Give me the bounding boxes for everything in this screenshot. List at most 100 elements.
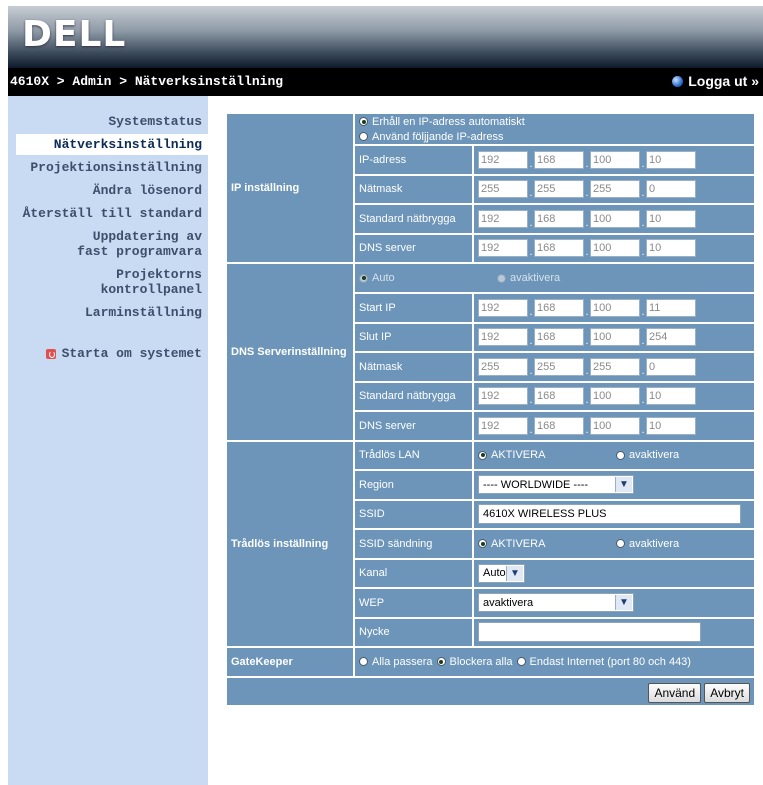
restart-system-link[interactable]: Starta om systemet (45, 346, 202, 361)
wep-label: WEP (355, 589, 472, 617)
octet-input[interactable]: 168 (534, 416, 584, 435)
dns-gateway-label: Standard nätbrygga (355, 382, 472, 410)
octet-input[interactable]: 0 (646, 357, 696, 376)
logout-link[interactable]: Logga ut » (672, 73, 759, 89)
ssid-input[interactable]: 4610X WIRELESS PLUS (478, 504, 741, 525)
radio-ip-auto[interactable]: Erhåll en IP-adress automatiskt (359, 114, 750, 129)
octet-input[interactable]: 100 (590, 416, 640, 435)
octet-input[interactable]: 168 (534, 239, 584, 258)
radio-icon (359, 132, 368, 141)
octet-input[interactable]: 168 (534, 150, 584, 169)
sidebar-item-control-panel[interactable]: Projektorns kontrollpanel (8, 267, 208, 297)
octet-input[interactable]: 255 (590, 180, 640, 199)
radio-icon (359, 273, 368, 283)
radio-gk-block[interactable]: Blockera alla (436, 654, 513, 669)
octet-input[interactable]: 11 (646, 298, 696, 317)
radio-ip-manual[interactable]: Använd följjande IP-adress (359, 129, 750, 144)
octet-input[interactable]: 192 (478, 328, 528, 347)
octet-input[interactable]: 192 (478, 387, 528, 406)
radio-icon (478, 539, 487, 549)
radio-broadcast-enable[interactable]: AKTIVERA (478, 536, 616, 551)
radio-label: Auto (372, 272, 395, 284)
sidebar-item-alarm[interactable]: Larminställning (8, 305, 208, 320)
octet-input[interactable]: 10 (646, 150, 696, 169)
radio-icon (436, 657, 446, 667)
radio-icon (616, 539, 625, 549)
octet-input[interactable]: 0 (646, 180, 696, 199)
octet-input[interactable]: 255 (534, 357, 584, 376)
end-ip-label: Slut IP (355, 323, 472, 351)
channel-label: Kanal (355, 559, 472, 587)
radio-icon (478, 450, 487, 460)
octet-input[interactable]: 168 (534, 387, 584, 406)
octet-input[interactable]: 100 (590, 239, 640, 258)
radio-wlan-disable[interactable]: avaktivera (616, 448, 679, 463)
sidebar-item-firmware[interactable]: Uppdatering av fast programvara (72, 229, 208, 259)
sidebar-item-reset[interactable]: Återställ till standard (8, 206, 208, 221)
start-ip-field: 192. 168. 100. 11 (478, 298, 750, 317)
sidebar-item-systemstatus[interactable]: Systemstatus (8, 114, 208, 129)
octet-input[interactable]: 168 (534, 209, 584, 228)
chevron-down-icon: ▼ (615, 595, 632, 611)
octet-input[interactable]: 168 (534, 298, 584, 317)
octet-input[interactable]: 10 (646, 387, 696, 406)
radio-wlan-enable[interactable]: AKTIVERA (478, 448, 616, 463)
octet-input[interactable]: 255 (534, 180, 584, 199)
sidebar-item-network[interactable]: Nätverksinställning (16, 134, 208, 155)
sidebar-item-projection[interactable]: Projektionsinställning (8, 160, 208, 175)
gateway-field: 192. 168. 100. 10 (478, 209, 750, 228)
dell-logo: DELL (22, 14, 127, 55)
restart-label: Starta om systemet (61, 346, 202, 361)
octet-input[interactable]: 100 (590, 387, 640, 406)
octet-input[interactable]: 10 (646, 416, 696, 435)
wireless-section-title: Trådlös inställning (227, 441, 353, 646)
octet-input[interactable]: 192 (478, 239, 528, 258)
octet-input[interactable]: 10 (646, 209, 696, 228)
radio-label: avaktivera (629, 449, 680, 462)
radio-icon (359, 657, 368, 667)
octet-input[interactable]: 100 (590, 150, 640, 169)
apply-button[interactable]: Använd (648, 683, 702, 704)
octet-input[interactable]: 255 (478, 357, 528, 376)
key-label: Nycke (355, 618, 472, 646)
dns-server-label: DNS server (355, 234, 472, 262)
octet-input[interactable]: 192 (478, 416, 528, 435)
region-select[interactable]: ---- WORLDWIDE ---- ▼ (478, 475, 634, 495)
wep-value: avaktivera (483, 596, 534, 609)
radio-gk-all[interactable]: Alla passera (359, 654, 433, 669)
radio-label: AKTIVERA (491, 449, 546, 462)
octet-input[interactable]: 168 (534, 328, 584, 347)
radio-label: Alla passera (372, 655, 433, 668)
radio-dns-auto[interactable]: Auto (359, 271, 497, 286)
octet-input[interactable]: 255 (478, 180, 528, 199)
dns-netmask-field: 255. 255. 255. 0 (478, 357, 750, 376)
octet-input[interactable]: 100 (590, 328, 640, 347)
dns-dnsserver-label: DNS server (355, 412, 472, 440)
octet-input[interactable]: 192 (478, 150, 528, 169)
octet-input[interactable]: 192 (478, 298, 528, 317)
ip-section-title: IP inställning (227, 114, 353, 262)
key-input[interactable] (478, 622, 701, 643)
octet-input[interactable]: 10 (646, 239, 696, 258)
octet-input[interactable]: 255 (590, 357, 640, 376)
wep-select[interactable]: avaktivera ▼ (478, 593, 634, 613)
sidebar-item-password[interactable]: Ändra lösenord (8, 183, 208, 198)
radio-icon (616, 450, 625, 460)
octet-input[interactable]: 100 (590, 298, 640, 317)
channel-select[interactable]: Auto ▼ (478, 563, 525, 583)
radio-broadcast-disable[interactable]: avaktivera (616, 536, 679, 551)
radio-gk-internet[interactable]: Endast Internet (port 80 och 443) (516, 654, 691, 669)
dns-dnsserver-field: 192. 168. 100. 10 (478, 416, 750, 435)
radio-dns-disable[interactable]: avaktivera (497, 271, 560, 286)
octet-input[interactable]: 100 (590, 209, 640, 228)
cancel-button[interactable]: Avbryt (704, 683, 750, 704)
dns-section-title: DNS Serverinställning (227, 264, 353, 440)
octet-input[interactable]: 254 (646, 328, 696, 347)
octet-input[interactable]: 192 (478, 209, 528, 228)
radio-label: Använd följjande IP-adress (372, 130, 504, 143)
chevron-down-icon: ▼ (506, 565, 523, 581)
logout-label: Logga ut » (688, 73, 759, 89)
gatekeeper-title: GateKeeper (227, 648, 353, 676)
ip-address-field: 192. 168. 100. 10 (478, 150, 750, 169)
breadcrumb-bar: 4610X > Admin > Nätverksinställning Logg… (8, 68, 763, 96)
